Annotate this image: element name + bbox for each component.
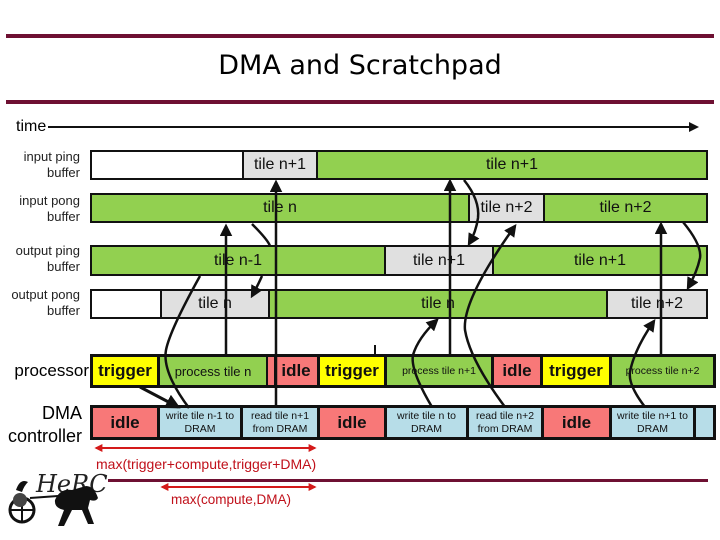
chariot-logo-icon: HeRC — [8, 470, 108, 526]
input-ping-to-output-ping-arrow — [463, 179, 480, 247]
output-pong-to-dma-write-arrow — [411, 318, 439, 408]
dma-read-to-input-pong-arrow — [463, 223, 517, 408]
arrow-overlay: HeRC — [8, 122, 702, 526]
output-pong-to-dma-write-arrow-2 — [628, 318, 656, 408]
trigger-to-dma-write-arrow — [139, 385, 181, 409]
output-ping-to-dma-write-arrow — [164, 275, 202, 409]
input-pong-to-output-pong-arrow-2 — [682, 221, 702, 291]
input-pong-to-output-pong-arrow — [252, 223, 272, 296]
